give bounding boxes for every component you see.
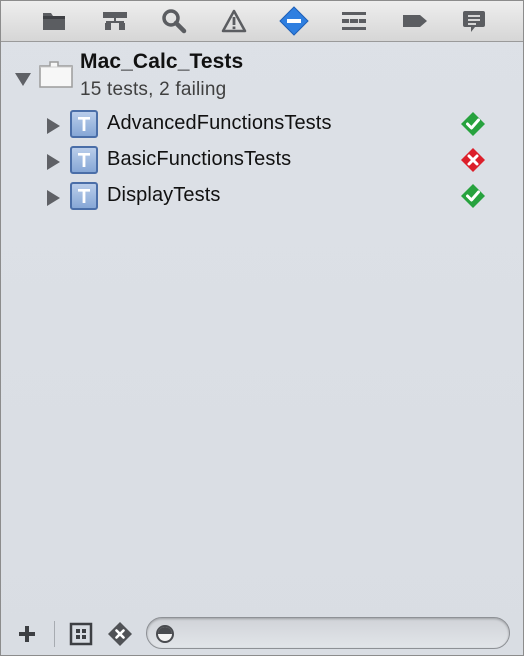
passed-icon bbox=[461, 112, 485, 136]
disclosure-expanded-icon[interactable] bbox=[15, 73, 31, 86]
test-class-label: AdvancedFunctionsTests bbox=[107, 112, 332, 134]
test-navigator: Mac_Calc_Tests 15 tests, 2 failing Advan… bbox=[0, 0, 524, 656]
failed-icon bbox=[461, 148, 485, 172]
filter-field[interactable] bbox=[146, 617, 510, 649]
divider bbox=[54, 621, 55, 647]
filter-bar bbox=[1, 611, 523, 655]
disclosure-collapsed-icon[interactable] bbox=[47, 154, 60, 170]
list-item[interactable]: BasicFunctionsTests bbox=[1, 144, 523, 180]
issue-navigator-button[interactable] bbox=[218, 5, 250, 37]
add-icon[interactable] bbox=[16, 623, 38, 645]
test-bundle-row[interactable]: Mac_Calc_Tests 15 tests, 2 failing bbox=[1, 48, 523, 104]
breakpoint-icon bbox=[403, 15, 427, 27]
test-icon bbox=[279, 6, 309, 36]
list-item[interactable]: AdvancedFunctionsTests bbox=[1, 108, 523, 144]
test-class-icon bbox=[70, 182, 98, 210]
search-icon bbox=[162, 9, 187, 34]
list-item[interactable]: DisplayTests bbox=[1, 180, 523, 216]
folder-icon bbox=[43, 13, 65, 30]
filter-icon bbox=[156, 625, 174, 643]
test-navigator-button[interactable] bbox=[278, 5, 310, 37]
failed-filter-icon[interactable] bbox=[107, 621, 133, 647]
test-class-label: BasicFunctionsTests bbox=[107, 148, 292, 170]
show-only-failing-icon[interactable] bbox=[69, 622, 93, 646]
test-class-icon bbox=[70, 110, 98, 138]
find-navigator-button[interactable] bbox=[158, 5, 190, 37]
test-class-icon bbox=[70, 146, 98, 174]
debug-navigator-button[interactable] bbox=[338, 5, 370, 37]
debug-icon bbox=[342, 12, 366, 30]
warning-icon bbox=[221, 9, 247, 33]
bundle-title: Mac_Calc_Tests bbox=[80, 50, 244, 73]
symbol-navigator-button[interactable] bbox=[99, 5, 131, 37]
filter-input[interactable] bbox=[183, 622, 497, 646]
log-navigator-button[interactable] bbox=[458, 5, 490, 37]
passed-icon bbox=[461, 184, 485, 208]
bundle-summary: 15 tests, 2 failing bbox=[80, 79, 227, 100]
log-icon bbox=[463, 11, 485, 32]
disclosure-collapsed-icon[interactable] bbox=[47, 190, 60, 206]
hierarchy-icon bbox=[103, 12, 127, 30]
disclosure-collapsed-icon[interactable] bbox=[47, 118, 60, 134]
navigator-selector-bar bbox=[1, 1, 523, 42]
bundle-icon bbox=[39, 61, 73, 88]
project-navigator-button[interactable] bbox=[38, 5, 70, 37]
test-class-label: DisplayTests bbox=[107, 184, 221, 206]
breakpoint-navigator-button[interactable] bbox=[399, 5, 431, 37]
